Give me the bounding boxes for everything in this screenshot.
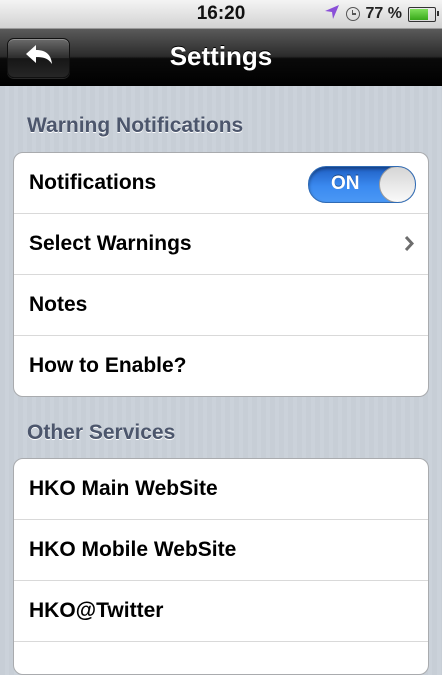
select-warnings-label: Select Warnings xyxy=(29,232,192,255)
notes-label: Notes xyxy=(29,293,88,316)
hko-twitter-row[interactable]: HKO@Twitter xyxy=(14,581,428,642)
hko-main-website-row[interactable]: HKO Main WebSite xyxy=(14,459,428,520)
toggle-state-label: ON xyxy=(331,173,360,194)
chevron-right-icon xyxy=(404,235,415,256)
hko-mobile-website-row[interactable]: HKO Mobile WebSite xyxy=(14,520,428,581)
section-header-other-services: Other Services xyxy=(27,421,176,444)
clock-icon xyxy=(345,7,360,21)
hko-twitter-label: HKO@Twitter xyxy=(29,599,164,622)
select-warnings-row[interactable]: Select Warnings xyxy=(14,214,428,275)
notifications-label: Notifications xyxy=(29,171,157,194)
notifications-row: Notifications ON xyxy=(14,153,428,214)
nav-bar: Settings xyxy=(0,29,442,86)
toggle-knob xyxy=(379,167,415,202)
how-to-enable-label: How to Enable? xyxy=(29,354,187,377)
status-indicators: 77 % xyxy=(324,4,439,25)
notifications-toggle[interactable]: ON xyxy=(308,166,416,203)
location-arrow-icon xyxy=(324,4,340,25)
battery-fill xyxy=(410,8,429,20)
status-bar: 16:20 77 % xyxy=(0,0,442,29)
section-header-warning-notifications: Warning Notifications xyxy=(27,114,244,137)
hko-mobile-website-label: HKO Mobile WebSite xyxy=(29,538,237,561)
warning-notifications-group: Notifications ON Select Warnings Notes H… xyxy=(13,152,429,397)
battery-icon xyxy=(408,6,439,22)
other-services-group: HKO Main WebSite HKO Mobile WebSite HKO@… xyxy=(13,458,429,675)
hko-main-website-label: HKO Main WebSite xyxy=(29,477,218,500)
battery-percent: 77 % xyxy=(365,5,402,22)
how-to-enable-row[interactable]: How to Enable? xyxy=(14,336,428,396)
notes-row[interactable]: Notes xyxy=(14,275,428,336)
page-title: Settings xyxy=(169,41,273,71)
